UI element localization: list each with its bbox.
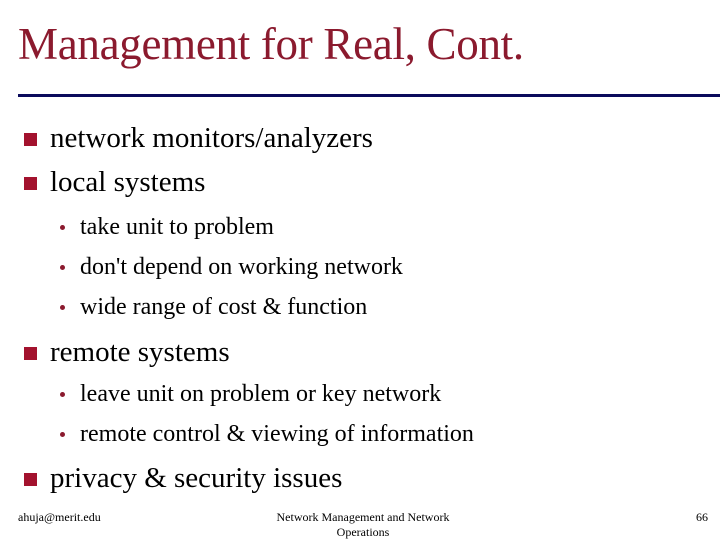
dot-bullet-icon bbox=[60, 305, 65, 310]
dot-bullet-icon bbox=[60, 392, 65, 397]
sub-bullet-text: leave unit on problem or key network bbox=[80, 381, 442, 407]
slide-title: Management for Real, Cont. bbox=[18, 19, 524, 69]
bullet-item: network monitors/analyzers bbox=[24, 122, 373, 154]
footer-title-line1: Network Management and Network bbox=[276, 510, 450, 524]
footer-title-line2: Operations bbox=[336, 525, 390, 539]
sub-bullet-text: wide range of cost & function bbox=[80, 294, 368, 320]
bullet-text: remote systems bbox=[50, 336, 230, 368]
sub-bullet-item: take unit to problem bbox=[60, 214, 274, 240]
sub-bullet-text: take unit to problem bbox=[80, 214, 274, 240]
sub-bullet-text: remote control & viewing of information bbox=[80, 421, 474, 447]
square-bullet-icon bbox=[24, 473, 37, 486]
dot-bullet-icon bbox=[60, 225, 65, 230]
bullet-text: network monitors/analyzers bbox=[50, 122, 373, 154]
sub-bullet-item: wide range of cost & function bbox=[60, 294, 368, 320]
footer-email: ahuja@merit.edu bbox=[18, 510, 101, 524]
bullet-item: remote systems bbox=[24, 336, 230, 368]
sub-bullet-item: remote control & viewing of information bbox=[60, 421, 474, 447]
sub-bullet-item: don't depend on working network bbox=[60, 254, 403, 280]
sub-bullet-item: leave unit on problem or key network bbox=[60, 381, 442, 407]
square-bullet-icon bbox=[24, 347, 37, 360]
title-divider bbox=[18, 94, 720, 97]
dot-bullet-icon bbox=[60, 265, 65, 270]
page-number: 66 bbox=[696, 510, 708, 524]
footer-title: Network Management and Network Operation… bbox=[258, 510, 468, 540]
square-bullet-icon bbox=[24, 133, 37, 146]
bullet-item: local systems bbox=[24, 166, 206, 198]
sub-bullet-text: don't depend on working network bbox=[80, 254, 403, 280]
square-bullet-icon bbox=[24, 177, 37, 190]
bullet-item: privacy & security issues bbox=[24, 462, 343, 494]
dot-bullet-icon bbox=[60, 432, 65, 437]
bullet-text: local systems bbox=[50, 166, 206, 198]
bullet-text: privacy & security issues bbox=[50, 462, 343, 494]
